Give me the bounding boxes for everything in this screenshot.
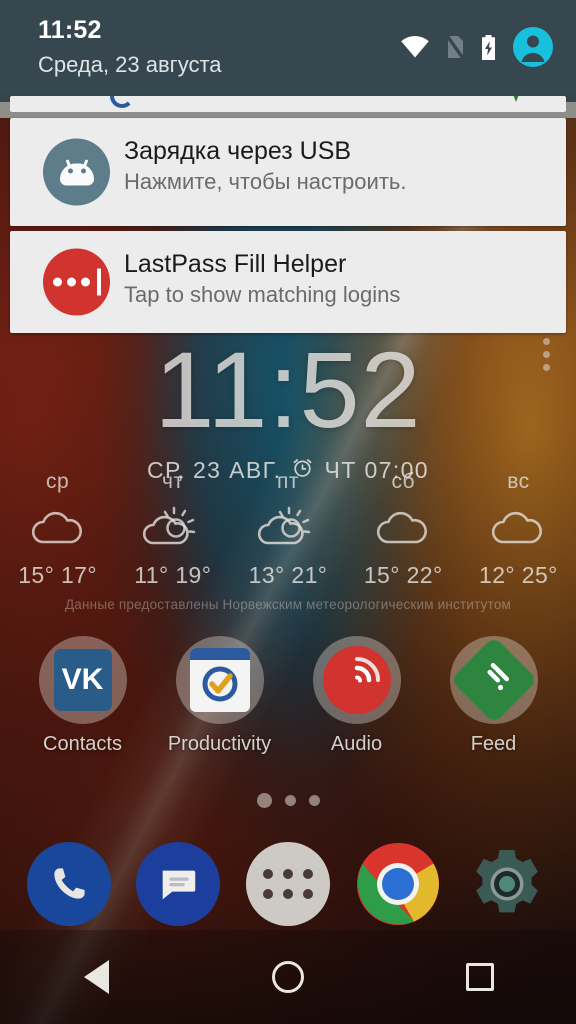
weather-day-temp: 11° 19° xyxy=(134,562,212,588)
clipped-notification-card[interactable] xyxy=(10,96,566,112)
dock-item-app-drawer[interactable] xyxy=(233,838,343,930)
weather-day-name: чт xyxy=(162,470,184,493)
weather-day: вс 12° 25° xyxy=(461,470,576,589)
feedly-folder-icon xyxy=(449,636,538,724)
clipped-notification-badge xyxy=(508,96,524,102)
cloud-icon xyxy=(346,500,461,558)
dock-item-chrome[interactable] xyxy=(343,838,453,930)
weather-day: сб 15° 22° xyxy=(346,470,461,589)
folder-contacts[interactable]: VK Contacts xyxy=(14,636,151,756)
cloud-icon xyxy=(0,500,115,558)
phone-icon xyxy=(26,842,111,926)
clock-time: 11:52 xyxy=(154,329,422,450)
status-bar-time: 11:52 xyxy=(38,16,102,44)
weather-credit: Данные предоставлены Норвежским метеорол… xyxy=(64,597,512,612)
dock-item-phone[interactable] xyxy=(14,838,124,930)
android-robot-head-icon xyxy=(43,138,110,206)
home-circle-icon xyxy=(272,961,304,993)
clipped-notification-icon xyxy=(110,96,134,108)
message-icon xyxy=(136,842,221,926)
notification-text: Tap to show matching logins xyxy=(124,282,401,307)
vk-glyph: VK xyxy=(53,649,112,711)
weather-day-temp: 15° 22° xyxy=(363,562,443,588)
notification-title: Зарядка через USB xyxy=(124,137,352,165)
navigation-bar xyxy=(0,930,576,1024)
pocketcasts-folder-icon xyxy=(312,636,401,724)
folder-label: Contacts xyxy=(43,733,122,755)
page-dot-active[interactable] xyxy=(256,793,272,808)
notification-lastpass-fill-helper[interactable]: LastPass Fill Helper Tap to show matchin… xyxy=(10,231,566,333)
gear-icon xyxy=(465,842,549,926)
app-drawer-icon xyxy=(245,842,330,926)
weather-day-temp: 12° 25° xyxy=(479,562,558,588)
cloud-icon xyxy=(461,500,576,558)
weather-day: ср 15° 17° xyxy=(0,470,115,589)
home-folder-row: VK Contacts Productivity Audio Feed xyxy=(0,636,576,756)
back-button[interactable] xyxy=(0,930,192,1024)
partly-sunny-icon xyxy=(115,500,230,558)
chrome-icon xyxy=(356,842,440,926)
folder-feed[interactable]: Feed xyxy=(425,636,562,756)
no-sim-icon xyxy=(445,34,465,65)
lastpass-dots-icon xyxy=(43,248,110,316)
weather-day-name: сб xyxy=(391,470,415,493)
notification-text: Нажмите, чтобы настроить. xyxy=(124,169,407,194)
weather-day: чт 11° 19° xyxy=(115,470,230,589)
weather-day-name: вс xyxy=(507,470,530,493)
user-avatar-icon[interactable] xyxy=(512,26,554,73)
weather-day-temp: 15° 17° xyxy=(18,562,97,588)
partly-sunny-icon xyxy=(230,500,345,558)
dock xyxy=(0,838,576,930)
recents-square-icon xyxy=(466,963,494,991)
page-dot[interactable] xyxy=(308,795,320,806)
notification-title: LastPass Fill Helper xyxy=(124,250,347,278)
weather-day: пт 13° 21° xyxy=(230,470,345,589)
recents-button[interactable] xyxy=(384,930,576,1024)
battery-charging-icon xyxy=(480,34,497,66)
folder-label: Audio xyxy=(330,733,383,755)
weather-day-name: пт xyxy=(277,470,299,493)
home-button[interactable] xyxy=(192,930,384,1024)
folder-label: Productivity xyxy=(167,733,272,755)
folder-productivity[interactable]: Productivity xyxy=(151,636,288,756)
folder-label: Feed xyxy=(470,733,517,755)
page-dot[interactable] xyxy=(284,795,296,806)
weather-days-row: ср 15° 17° чт 11° 19° пт 13° 21° сб 15° … xyxy=(0,470,576,589)
weather-day-name: ср xyxy=(46,470,70,493)
folder-audio[interactable]: Audio xyxy=(288,636,425,756)
weather-day-temp: 13° 21° xyxy=(248,562,328,588)
notification-usb-charging[interactable]: Зарядка через USB Нажмите, чтобы настрои… xyxy=(10,118,566,226)
vk-folder-icon: VK xyxy=(38,636,127,724)
status-bar-date: Среда, 23 августа xyxy=(38,52,222,77)
weather-widget[interactable]: ср 15° 17° чт 11° 19° пт 13° 21° сб 15° … xyxy=(0,470,576,612)
status-bar-icons xyxy=(400,26,554,73)
dock-item-messages[interactable] xyxy=(124,838,234,930)
calendar-check-folder-icon xyxy=(175,636,264,724)
clock-widget[interactable]: 11:52 СР, 23 АВГ. ЧТ 07:00 xyxy=(0,336,576,485)
page-indicator xyxy=(0,793,576,808)
more-vertical-icon[interactable] xyxy=(543,338,550,371)
status-bar[interactable]: 11:52 Среда, 23 августа xyxy=(0,0,576,92)
wifi-icon xyxy=(400,35,430,64)
dock-item-settings[interactable] xyxy=(452,838,562,930)
back-triangle-icon xyxy=(83,960,109,994)
